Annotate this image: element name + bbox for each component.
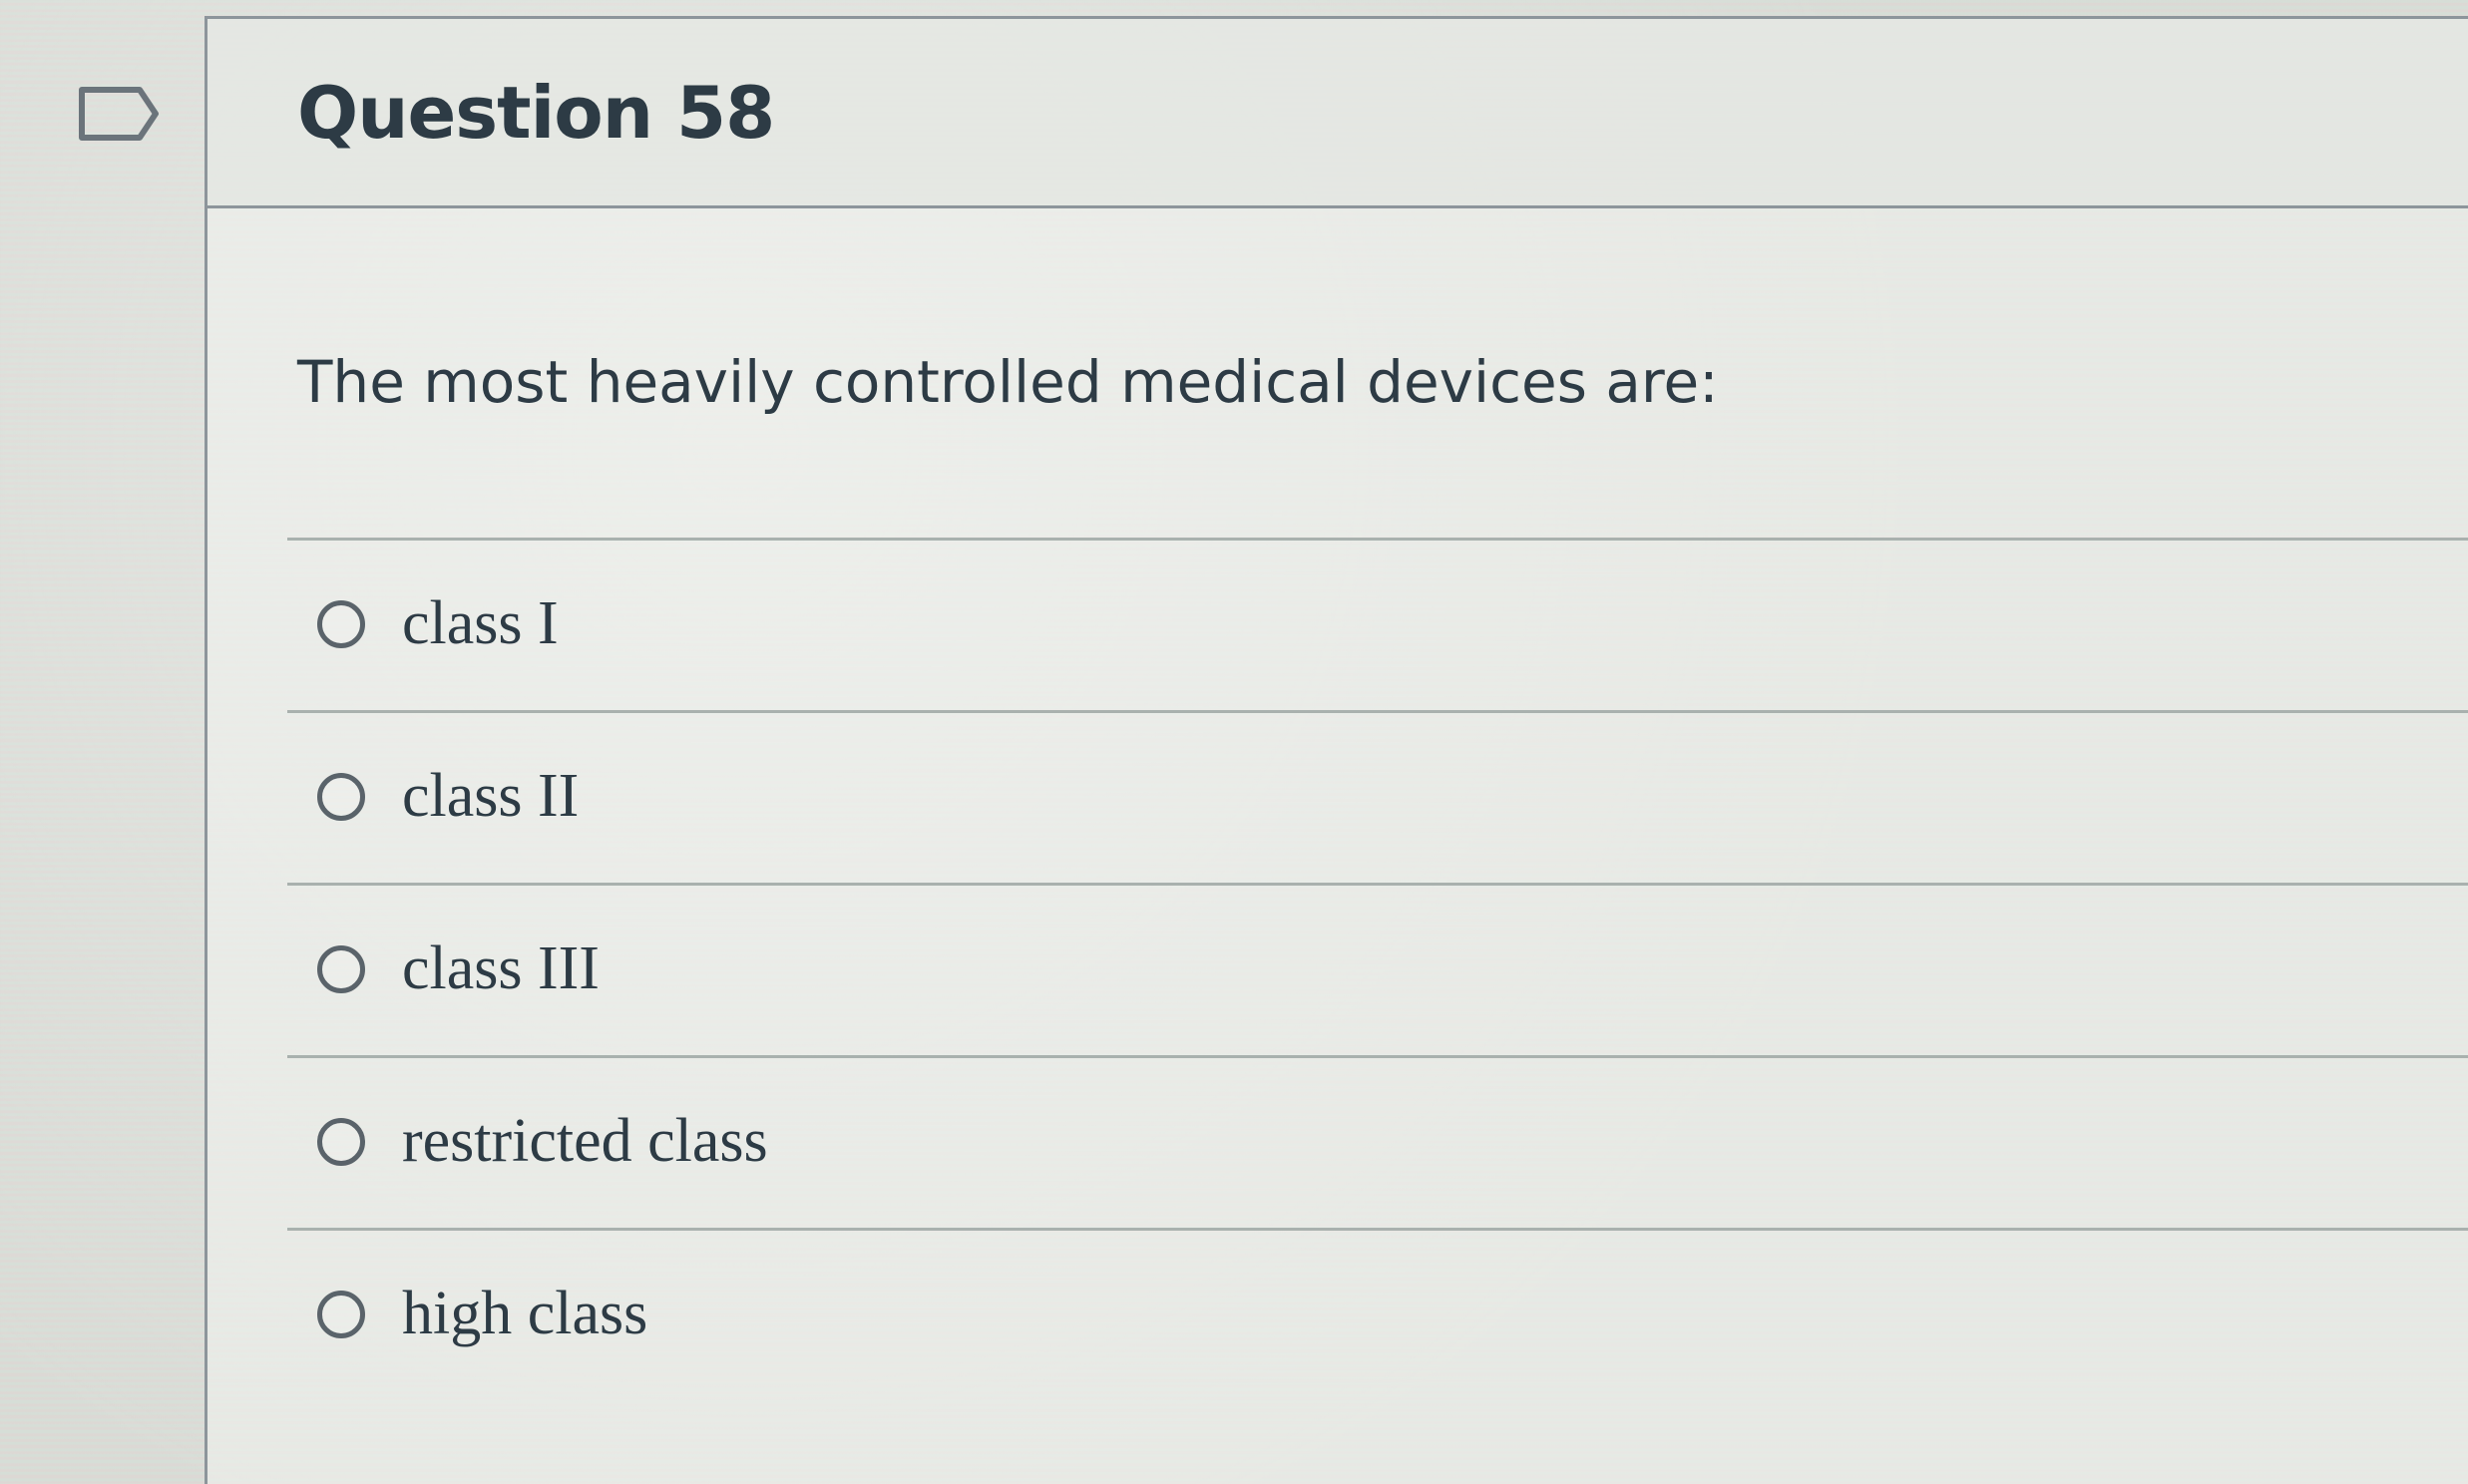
answer-option[interactable]: class II (287, 710, 2468, 883)
radio-button-icon[interactable] (317, 1291, 365, 1338)
answer-label[interactable]: high class (402, 1279, 647, 1349)
answer-option[interactable]: restricted class (287, 1055, 2468, 1228)
answer-label[interactable]: class II (402, 761, 579, 832)
left-gutter (0, 0, 205, 1484)
answer-option[interactable]: class III (287, 883, 2468, 1055)
radio-button-icon[interactable] (317, 1118, 365, 1166)
radio-button-icon[interactable] (317, 773, 365, 821)
answer-label[interactable]: class I (402, 588, 559, 659)
answer-option[interactable]: class I (287, 538, 2468, 710)
question-title: Question 58 (297, 71, 775, 155)
radio-button-icon[interactable] (317, 945, 365, 993)
question-header: Question 58 (207, 19, 2468, 208)
question-text: The most heavily controlled medical devi… (297, 348, 1719, 416)
answer-option[interactable]: high class (287, 1228, 2468, 1400)
answer-label[interactable]: class III (402, 933, 600, 1004)
radio-button-icon[interactable] (317, 600, 365, 648)
answer-label[interactable]: restricted class (402, 1106, 768, 1177)
question-panel: Question 58 The most heavily controlled … (205, 16, 2468, 1484)
answer-list: class I class II class III restricted cl… (287, 538, 2468, 1400)
flag-question-icon[interactable] (78, 86, 160, 142)
